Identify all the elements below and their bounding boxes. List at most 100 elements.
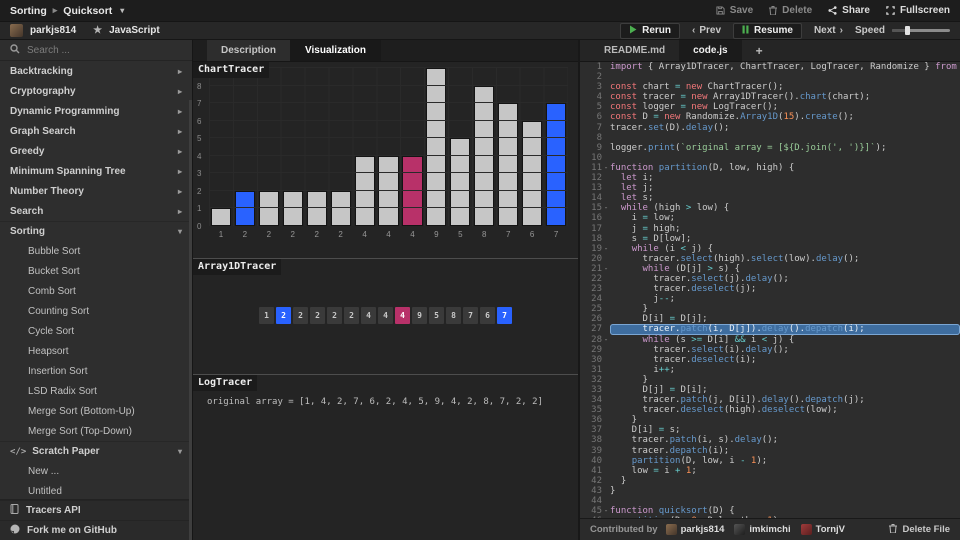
sidebar-item-heapsort[interactable]: Heapsort [0,341,192,361]
fold-marker[interactable]: - [602,163,610,173]
breadcrumb[interactable]: Sorting ▸ Quicksort ▾ [10,5,124,17]
code-line[interactable]: 37 D[i] = s; [580,425,960,435]
save-button[interactable]: Save [716,5,753,16]
code-area[interactable]: 1 import { Array1DTracer, ChartTracer, L… [580,62,960,518]
array-cell[interactable]: 8 [446,307,461,324]
code-line[interactable]: 13 let j; [580,183,960,193]
code-line[interactable]: 40 partition(D, low, i - 1); [580,456,960,466]
sidebar-category-scratch-paper[interactable]: </> Scratch Paper ▾ [0,441,192,461]
array-cell[interactable]: 4 [378,307,393,324]
code-line[interactable]: 2 [580,72,960,82]
sidebar-category-number-theory[interactable]: Number Theory ▸ [0,181,192,201]
sidebar-item-comb-sort[interactable]: Comb Sort [0,281,192,301]
code-line[interactable]: 45- function quicksort(D) { [580,506,960,516]
sidebar-item-cycle-sort[interactable]: Cycle Sort [0,321,192,341]
code-line[interactable]: 24 j--; [580,294,960,304]
code-line[interactable]: 28- while (s >= D[i] && i < j) { [580,335,960,345]
array-cell[interactable]: 7 [497,307,512,324]
code-line[interactable]: 43 } [580,486,960,496]
sidebar-category-graph-search[interactable]: Graph Search ▸ [0,121,192,141]
array-cell[interactable]: 2 [293,307,308,324]
sidebar-category-sorting[interactable]: Sorting ▾ [0,221,192,241]
code-line[interactable]: 36 } [580,415,960,425]
fold-marker[interactable]: - [602,264,610,274]
code-line[interactable]: 31 i++; [580,365,960,375]
array-cell[interactable]: 4 [361,307,376,324]
code-line[interactable]: 39 tracer.depatch(i); [580,446,960,456]
prev-button[interactable]: ‹ Prev [692,25,721,36]
sidebar-scrollbar[interactable] [189,100,192,540]
sidebar-category-greedy[interactable]: Greedy ▸ [0,141,192,161]
rerun-button[interactable]: Rerun [620,22,681,39]
speed-slider[interactable] [892,26,950,35]
sidebar-item-merge-sort-bottom-up[interactable]: Merge Sort (Bottom-Up) [0,401,192,421]
code-line[interactable]: 7 tracer.set(D).delay(); [580,123,960,133]
code-line[interactable]: 38 tracer.patch(i, s).delay(); [580,435,960,445]
chart-bar[interactable] [402,155,423,226]
chart-bar[interactable] [450,138,471,226]
code-line[interactable]: 26 D[i] = D[j]; [580,314,960,324]
code-line[interactable]: 12 let i; [580,173,960,183]
sidebar-item-lsd-radix-sort[interactable]: LSD Radix Sort [0,381,192,401]
array-cell[interactable]: 2 [327,307,342,324]
sidebar-category-search[interactable]: Search ▸ [0,201,192,221]
code-line[interactable]: 17 j = high; [580,224,960,234]
code-line[interactable]: 42 } [580,476,960,486]
sidebar-item-untitled[interactable]: Untitled [0,481,192,501]
chart-bar[interactable] [426,68,447,226]
fold-marker[interactable]: - [602,203,610,213]
new-tab-button[interactable]: + [742,40,777,61]
sidebar-item-insertion-sort[interactable]: Insertion Sort [0,361,192,381]
breadcrumb-current[interactable]: Quicksort [63,5,112,17]
code-line[interactable]: 1 import { Array1DTracer, ChartTracer, L… [580,62,960,72]
resume-button[interactable]: Resume [733,22,802,39]
delete-file-button[interactable]: Delete File [889,523,950,536]
array-cell[interactable]: 4 [395,307,410,324]
code-line[interactable]: 9 logger.print(`original array = [${D.jo… [580,143,960,153]
chevron-down-icon[interactable]: ▾ [120,6,124,15]
sidebar-item-counting-sort[interactable]: Counting Sort [0,301,192,321]
code-line[interactable]: 15- while (high > low) { [580,203,960,213]
code-line[interactable]: 27 tracer.patch(i, D[j]).delay().depatch… [580,324,960,335]
tab-code-js[interactable]: code.js [679,40,742,61]
sidebar-item-merge-sort-top-down[interactable]: Merge Sort (Top-Down) [0,421,192,441]
tab-visualization[interactable]: Visualization [291,40,381,61]
code-line[interactable]: 10 [580,153,960,163]
breadcrumb-category[interactable]: Sorting [10,5,47,17]
sidebar-item-new[interactable]: New ... [0,461,192,481]
code-line[interactable]: 18 s = D[low]; [580,234,960,244]
contributor-parkjs814[interactable]: parkjs814 [665,524,724,535]
code-line[interactable]: 34 tracer.patch(j, D[i]).delay().depatch… [580,395,960,405]
code-line[interactable]: 30 tracer.deselect(i); [580,355,960,365]
user-name[interactable]: parkjs814 [30,25,76,36]
sidebar-category-cryptography[interactable]: Cryptography ▸ [0,81,192,101]
chart-bar[interactable] [378,155,399,226]
array-cell[interactable]: 1 [259,307,274,324]
tab-description[interactable]: Description [207,40,292,61]
search-input[interactable] [27,44,182,56]
delete-button[interactable]: Delete [769,5,812,16]
fold-marker[interactable]: - [602,335,610,345]
fold-marker[interactable]: - [602,506,610,516]
code-line[interactable]: 19- while (i < j) { [580,244,960,254]
sidebar-item-tracers-api[interactable]: Tracers API [0,500,192,520]
array-cell[interactable]: 9 [412,307,427,324]
sidebar-category-backtracking[interactable]: Backtracking ▸ [0,61,192,81]
contributor-tornjv[interactable]: TornjV [800,524,845,535]
code-line[interactable]: 33 D[j] = D[i]; [580,385,960,395]
array-cell[interactable]: 7 [463,307,478,324]
chart-bar[interactable] [210,208,232,226]
code-line[interactable]: 29 tracer.select(i).delay(); [580,345,960,355]
share-button[interactable]: Share [828,5,870,16]
fullscreen-button[interactable]: Fullscreen [886,5,950,16]
code-line[interactable]: 21- while (D[j] > s) { [580,264,960,274]
sidebar-item-fork-github[interactable]: Fork me on GitHub [0,520,192,540]
code-line[interactable]: 23 tracer.deselect(j); [580,284,960,294]
code-line[interactable]: 4 const tracer = new Array1DTracer().cha… [580,92,960,102]
array-cell[interactable]: 2 [310,307,325,324]
code-line[interactable]: 8 [580,133,960,143]
code-line[interactable]: 5 const logger = new LogTracer(); [580,102,960,112]
code-line[interactable]: 20 tracer.select(high).select(low).delay… [580,254,960,264]
code-line[interactable]: 25 } [580,304,960,314]
array-cell[interactable]: 2 [276,307,291,324]
